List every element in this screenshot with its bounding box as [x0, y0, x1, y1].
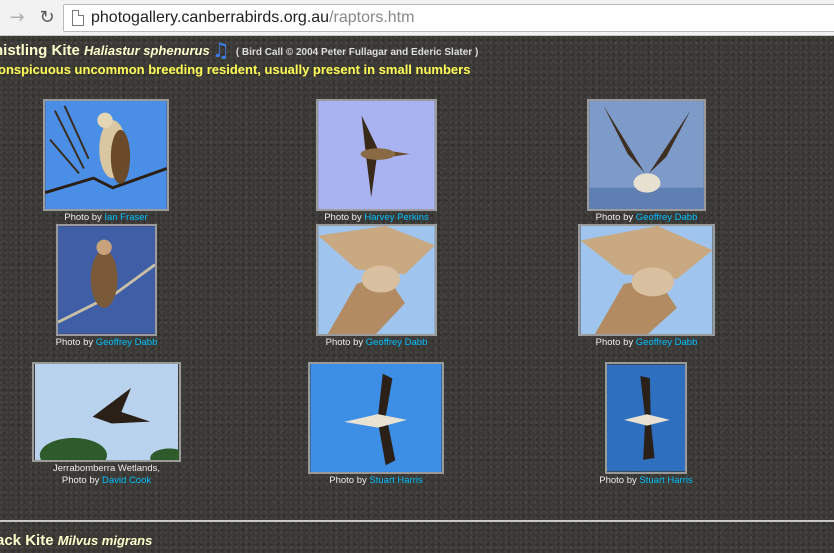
photo-caption: Photo by Ian Fraser — [43, 212, 169, 224]
photographer-link[interactable]: Geoffrey Dabb — [366, 337, 428, 348]
species-scientific-name: Haliastur sphenurus — [84, 43, 210, 58]
photo-location: Jerrabomberra Wetlands, — [52, 463, 160, 474]
photo-thumbnail[interactable] — [605, 362, 687, 474]
species-status: onspicuous uncommon breeding resident, u… — [0, 62, 471, 77]
photo-credit-prefix: Photo by — [329, 475, 367, 486]
photographer-link[interactable]: Stuart Harris — [639, 475, 692, 486]
photo-caption: Jerrabomberra Wetlands, Photo by David C… — [22, 463, 191, 487]
photo-caption: Photo by Geoffrey Dabb — [316, 337, 437, 349]
photo-credit-prefix: Photo by — [599, 475, 637, 486]
photographer-link[interactable]: Geoffrey Dabb — [636, 337, 698, 348]
bird-flying-photo — [310, 364, 442, 472]
photo-thumbnail[interactable] — [587, 99, 706, 211]
species-common-name: ack Kite — [0, 532, 54, 549]
section-divider — [0, 520, 834, 522]
forward-arrow-icon[interactable]: → — [6, 7, 28, 29]
bird-flying-photo — [318, 101, 435, 209]
photo-thumbnail[interactable] — [308, 362, 444, 474]
bird-call-credit: ( Bird Call © 2004 Peter Fullagar and Ed… — [235, 47, 479, 58]
url-host: photogallery.canberrabirds.org.au — [91, 9, 330, 26]
bird-flying-photo — [607, 364, 685, 472]
photo-credit-prefix: Photo by — [324, 212, 362, 223]
browser-toolbar: → ↻ photogallery.canberrabirds.org.au/ra… — [0, 0, 834, 36]
photo-thumbnail[interactable] — [56, 224, 157, 336]
photographer-link[interactable]: Geoffrey Dabb — [636, 212, 698, 223]
bird-landing-photo — [580, 226, 713, 334]
url-text[interactable]: photogallery.canberrabirds.org.au/raptor… — [91, 9, 414, 27]
reload-icon[interactable]: ↻ — [36, 7, 58, 29]
photo-caption: Photo by Stuart Harris — [576, 475, 716, 487]
photo-thumbnail[interactable] — [43, 99, 169, 211]
photographer-link[interactable]: Geoffrey Dabb — [96, 337, 158, 348]
photographer-link[interactable]: Stuart Harris — [369, 475, 422, 486]
photo-credit-prefix: Photo by — [61, 475, 100, 486]
species-heading: ack Kite Milvus migrans — [0, 532, 152, 549]
photo-thumbnail[interactable] — [32, 362, 181, 462]
bird-water-photo — [589, 101, 704, 209]
photo-caption: Photo by Geoffrey Dabb — [36, 337, 177, 349]
url-path: /raptors.htm — [329, 9, 415, 26]
species-heading: histling Kite Haliastur sphenurus ♫ ( Bir… — [0, 38, 478, 62]
bird-landing-photo — [318, 226, 435, 334]
photo-credit-prefix: Photo by — [595, 212, 634, 223]
photo-credit-prefix: Photo by — [55, 337, 94, 348]
photo-thumbnail[interactable] — [316, 224, 437, 336]
photo-thumbnail[interactable] — [578, 224, 715, 336]
bird-perched-photo — [58, 226, 155, 334]
photo-caption: Photo by Stuart Harris — [308, 475, 444, 487]
photo-caption: Photo by Harvey Perkins — [316, 212, 437, 224]
page-icon — [72, 10, 84, 26]
photo-credit-prefix: Photo by — [595, 337, 634, 348]
photo-credit-prefix: Photo by — [64, 212, 102, 223]
photographer-link[interactable]: Ian Fraser — [104, 212, 147, 223]
photo-thumbnail[interactable] — [316, 99, 437, 211]
photo-caption: Photo by Geoffrey Dabb — [578, 337, 715, 349]
bird-perched-photo — [45, 101, 167, 209]
photo-credit-prefix: Photo by — [325, 337, 364, 348]
species-scientific-name: Milvus migrans — [57, 533, 153, 548]
bird-flying-photo — [34, 364, 179, 460]
species-common-name: histling Kite — [0, 42, 80, 59]
address-bar[interactable]: photogallery.canberrabirds.org.au/raptor… — [63, 4, 834, 32]
music-note-icon[interactable]: ♫ — [212, 38, 230, 62]
photographer-link[interactable]: David Cook — [102, 475, 151, 486]
photographer-link[interactable]: Harvey Perkins — [364, 212, 428, 223]
page-content: histling Kite Haliastur sphenurus ♫ ( Bir… — [0, 36, 834, 553]
photo-caption: Photo by Geoffrey Dabb — [587, 212, 706, 224]
